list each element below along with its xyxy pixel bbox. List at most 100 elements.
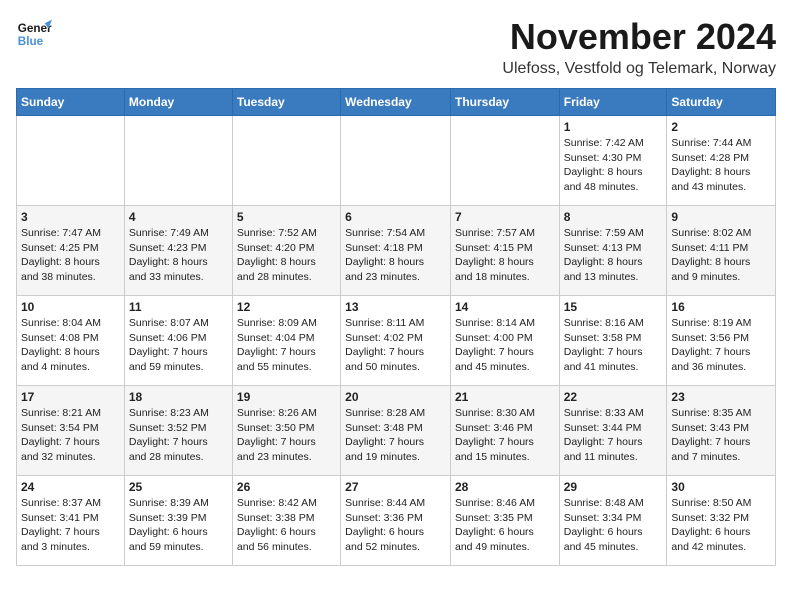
day-number: 6 <box>345 210 446 224</box>
day-number: 5 <box>237 210 336 224</box>
day-info: Sunrise: 7:44 AM Sunset: 4:28 PM Dayligh… <box>671 136 771 195</box>
calendar-cell <box>450 116 559 206</box>
day-info: Sunrise: 8:39 AM Sunset: 3:39 PM Dayligh… <box>129 496 228 555</box>
title-area: November 2024 Ulefoss, Vestfold og Telem… <box>502 16 776 78</box>
calendar-cell: 26Sunrise: 8:42 AM Sunset: 3:38 PM Dayli… <box>232 476 340 566</box>
day-number: 23 <box>671 390 771 404</box>
day-number: 22 <box>564 390 663 404</box>
day-number: 13 <box>345 300 446 314</box>
calendar-cell: 13 Sunrise: 8:11 AM Sunset: 4:02 PM Dayli… <box>341 296 451 386</box>
day-number: 17 <box>21 390 120 404</box>
calendar-cell: 27 Sunrise: 8:44 AM Sunset: 3:36 PM Dayli… <box>341 476 451 566</box>
calendar-week-row: 17 Sunrise: 8:21 AM Sunset: 3:54 PM Dayli… <box>17 386 776 476</box>
day-number: 12 <box>237 300 336 314</box>
day-number: 30 <box>671 480 771 494</box>
day-info: Sunrise: 7:42 AM Sunset: 4:30 PM Dayligh… <box>564 136 663 195</box>
calendar-cell: 11Sunrise: 8:07 AM Sunset: 4:06 PM Dayli… <box>124 296 232 386</box>
logo: General Blue <box>16 16 52 52</box>
calendar-cell: 19 Sunrise: 8:26 AM Sunset: 3:50 PM Dayli… <box>232 386 340 476</box>
calendar-week-row: 24 Sunrise: 8:37 AM Sunset: 3:41 PM Dayli… <box>17 476 776 566</box>
day-number: 20 <box>345 390 446 404</box>
day-info: Sunrise: 7:49 AM Sunset: 4:23 PM Dayligh… <box>129 226 228 285</box>
logo-icon: General Blue <box>16 16 52 52</box>
day-info: Sunrise: 8:46 AM Sunset: 3:35 PM Dayligh… <box>455 496 555 555</box>
calendar-table: SundayMondayTuesdayWednesdayThursdayFrid… <box>16 88 776 566</box>
day-number: 28 <box>455 480 555 494</box>
day-info: Sunrise: 7:54 AM Sunset: 4:18 PM Dayligh… <box>345 226 446 285</box>
calendar-cell: 6 Sunrise: 7:54 AM Sunset: 4:18 PM Daylig… <box>341 206 451 296</box>
day-info: Sunrise: 7:57 AM Sunset: 4:15 PM Dayligh… <box>455 226 555 285</box>
calendar-cell: 17 Sunrise: 8:21 AM Sunset: 3:54 PM Dayli… <box>17 386 125 476</box>
day-info: Sunrise: 8:02 AM Sunset: 4:11 PM Dayligh… <box>671 226 771 285</box>
calendar-cell <box>232 116 340 206</box>
svg-text:Blue: Blue <box>18 35 44 48</box>
day-number: 21 <box>455 390 555 404</box>
day-info: Sunrise: 8:30 AM Sunset: 3:46 PM Dayligh… <box>455 406 555 465</box>
calendar-cell: 30 Sunrise: 8:50 AM Sunset: 3:32 PM Dayli… <box>667 476 776 566</box>
day-of-week-header: Monday <box>124 89 232 116</box>
day-info: Sunrise: 8:50 AM Sunset: 3:32 PM Dayligh… <box>671 496 771 555</box>
day-number: 4 <box>129 210 228 224</box>
day-of-week-header: Wednesday <box>341 89 451 116</box>
page-header: General Blue November 2024 Ulefoss, Vest… <box>16 16 776 78</box>
calendar-week-row: 3Sunrise: 7:47 AM Sunset: 4:25 PM Daylig… <box>17 206 776 296</box>
day-of-week-header: Sunday <box>17 89 125 116</box>
calendar-cell: 29 Sunrise: 8:48 AM Sunset: 3:34 PM Dayli… <box>559 476 667 566</box>
calendar-cell <box>17 116 125 206</box>
calendar-cell: 25Sunrise: 8:39 AM Sunset: 3:39 PM Dayli… <box>124 476 232 566</box>
day-number: 15 <box>564 300 663 314</box>
day-info: Sunrise: 8:11 AM Sunset: 4:02 PM Dayligh… <box>345 316 446 375</box>
calendar-cell: 3Sunrise: 7:47 AM Sunset: 4:25 PM Daylig… <box>17 206 125 296</box>
calendar-cell: 1Sunrise: 7:42 AM Sunset: 4:30 PM Daylig… <box>559 116 667 206</box>
day-info: Sunrise: 8:19 AM Sunset: 3:56 PM Dayligh… <box>671 316 771 375</box>
day-number: 14 <box>455 300 555 314</box>
location-subtitle: Ulefoss, Vestfold og Telemark, Norway <box>502 60 776 78</box>
day-number: 26 <box>237 480 336 494</box>
day-info: Sunrise: 8:23 AM Sunset: 3:52 PM Dayligh… <box>129 406 228 465</box>
day-of-week-header: Friday <box>559 89 667 116</box>
calendar-cell: 14 Sunrise: 8:14 AM Sunset: 4:00 PM Dayli… <box>450 296 559 386</box>
calendar-week-row: 10 Sunrise: 8:04 AM Sunset: 4:08 PM Dayli… <box>17 296 776 386</box>
calendar-cell: 5Sunrise: 7:52 AM Sunset: 4:20 PM Daylig… <box>232 206 340 296</box>
day-number: 3 <box>21 210 120 224</box>
calendar-cell: 4 Sunrise: 7:49 AM Sunset: 4:23 PM Daylig… <box>124 206 232 296</box>
calendar-cell <box>341 116 451 206</box>
day-number: 19 <box>237 390 336 404</box>
day-info: Sunrise: 8:21 AM Sunset: 3:54 PM Dayligh… <box>21 406 120 465</box>
day-info: Sunrise: 8:35 AM Sunset: 3:43 PM Dayligh… <box>671 406 771 465</box>
day-number: 2 <box>671 120 771 134</box>
day-number: 24 <box>21 480 120 494</box>
day-info: Sunrise: 8:26 AM Sunset: 3:50 PM Dayligh… <box>237 406 336 465</box>
calendar-cell: 7Sunrise: 7:57 AM Sunset: 4:15 PM Daylig… <box>450 206 559 296</box>
day-number: 8 <box>564 210 663 224</box>
calendar-cell: 2 Sunrise: 7:44 AM Sunset: 4:28 PM Daylig… <box>667 116 776 206</box>
day-info: Sunrise: 8:07 AM Sunset: 4:06 PM Dayligh… <box>129 316 228 375</box>
calendar-cell: 23 Sunrise: 8:35 AM Sunset: 3:43 PM Dayli… <box>667 386 776 476</box>
day-info: Sunrise: 8:28 AM Sunset: 3:48 PM Dayligh… <box>345 406 446 465</box>
day-number: 9 <box>671 210 771 224</box>
calendar-cell: 15 Sunrise: 8:16 AM Sunset: 3:58 PM Dayli… <box>559 296 667 386</box>
month-title: November 2024 <box>502 16 776 58</box>
day-info: Sunrise: 8:44 AM Sunset: 3:36 PM Dayligh… <box>345 496 446 555</box>
calendar-cell: 24 Sunrise: 8:37 AM Sunset: 3:41 PM Dayli… <box>17 476 125 566</box>
day-info: Sunrise: 8:48 AM Sunset: 3:34 PM Dayligh… <box>564 496 663 555</box>
calendar-cell <box>124 116 232 206</box>
day-of-week-header: Saturday <box>667 89 776 116</box>
day-info: Sunrise: 8:09 AM Sunset: 4:04 PM Dayligh… <box>237 316 336 375</box>
calendar-cell: 16Sunrise: 8:19 AM Sunset: 3:56 PM Dayli… <box>667 296 776 386</box>
calendar-cell: 28 Sunrise: 8:46 AM Sunset: 3:35 PM Dayli… <box>450 476 559 566</box>
day-number: 10 <box>21 300 120 314</box>
day-info: Sunrise: 8:16 AM Sunset: 3:58 PM Dayligh… <box>564 316 663 375</box>
calendar-cell: 9 Sunrise: 8:02 AM Sunset: 4:11 PM Daylig… <box>667 206 776 296</box>
calendar-cell: 18Sunrise: 8:23 AM Sunset: 3:52 PM Dayli… <box>124 386 232 476</box>
day-number: 29 <box>564 480 663 494</box>
day-info: Sunrise: 8:14 AM Sunset: 4:00 PM Dayligh… <box>455 316 555 375</box>
calendar-header-row: SundayMondayTuesdayWednesdayThursdayFrid… <box>17 89 776 116</box>
day-number: 27 <box>345 480 446 494</box>
calendar-cell: 22Sunrise: 8:33 AM Sunset: 3:44 PM Dayli… <box>559 386 667 476</box>
day-info: Sunrise: 8:04 AM Sunset: 4:08 PM Dayligh… <box>21 316 120 375</box>
day-info: Sunrise: 7:59 AM Sunset: 4:13 PM Dayligh… <box>564 226 663 285</box>
calendar-cell: 21 Sunrise: 8:30 AM Sunset: 3:46 PM Dayli… <box>450 386 559 476</box>
calendar-cell: 20 Sunrise: 8:28 AM Sunset: 3:48 PM Dayli… <box>341 386 451 476</box>
day-info: Sunrise: 8:37 AM Sunset: 3:41 PM Dayligh… <box>21 496 120 555</box>
